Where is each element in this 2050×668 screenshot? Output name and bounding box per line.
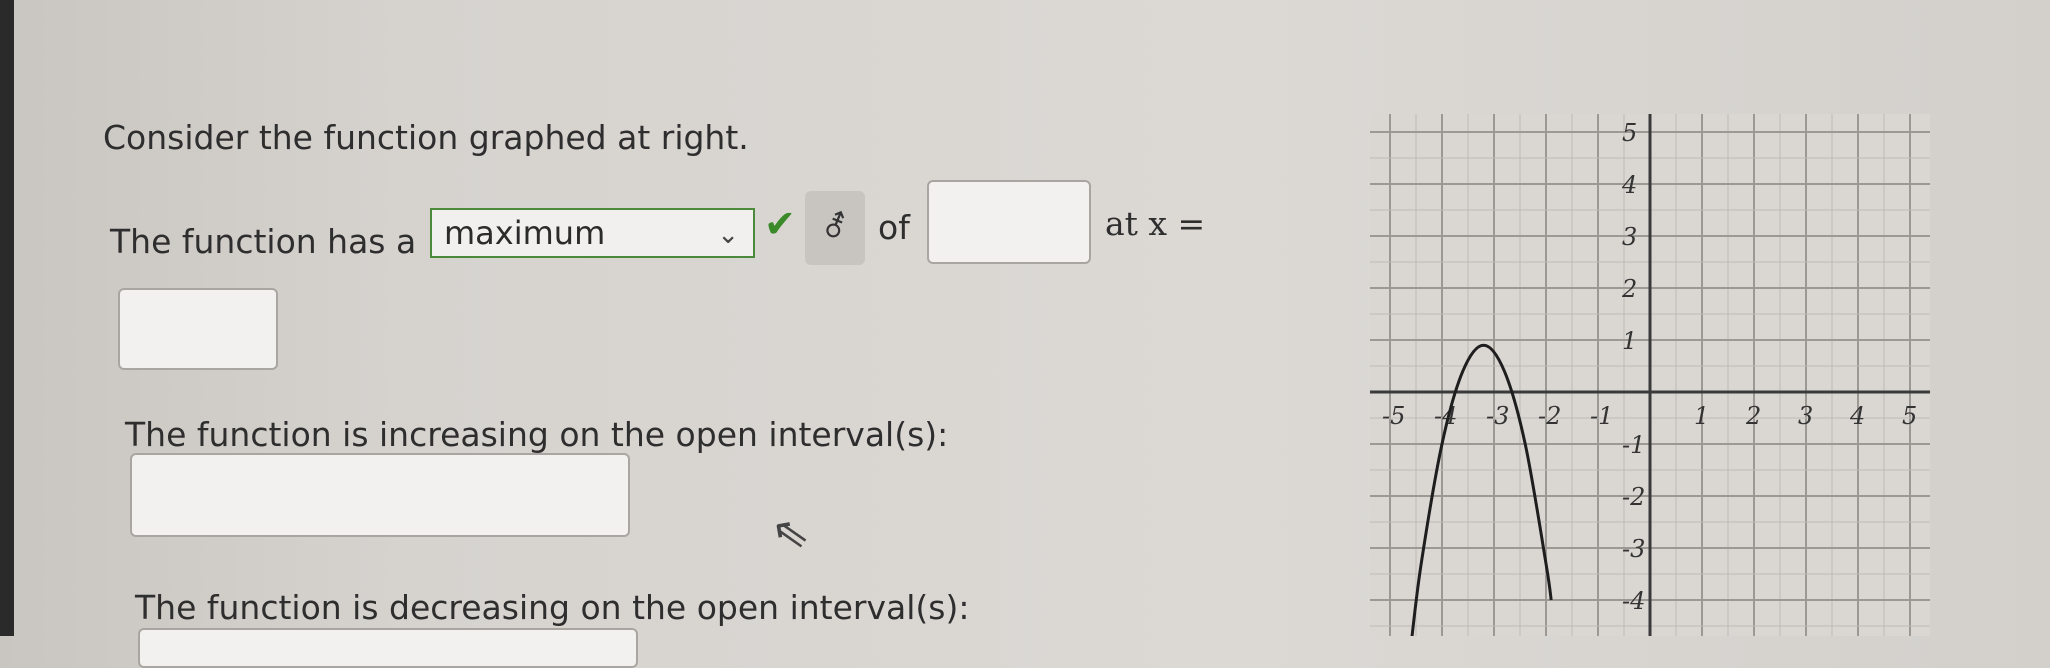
x-tick-label: -1	[1590, 402, 1613, 430]
line1-prefix: The function has a	[110, 222, 417, 261]
x-tick-label: 3	[1798, 402, 1813, 430]
x-tick-label: -2	[1538, 402, 1561, 430]
x-tick-label: -5	[1382, 402, 1405, 430]
y-tick-label: 1	[1622, 327, 1637, 355]
gender-symbol-icon[interactable]: ⚦	[805, 191, 865, 265]
increasing-interval-input[interactable]	[130, 453, 630, 537]
y-tick-label: -4	[1622, 587, 1645, 615]
extremum-x-input[interactable]	[118, 288, 278, 370]
x-tick-label: 2	[1745, 402, 1761, 430]
screen-bezel	[0, 0, 14, 636]
question-intro: Consider the function graphed at right.	[103, 118, 749, 157]
function-graph: -5 -4 -3 -2 -1 1 2 3 4 5 54321-1-2-3-4	[1370, 114, 1930, 636]
extremum-select-value: maximum	[444, 214, 606, 252]
y-tick-label: -2	[1622, 483, 1645, 511]
y-tick-label: 5	[1622, 119, 1637, 147]
extremum-select[interactable]: maximum ⌄	[430, 208, 755, 258]
decreasing-label: The function is decreasing on the open i…	[135, 588, 970, 627]
x-tick-label: -3	[1486, 402, 1509, 430]
y-tick-label: 2	[1621, 275, 1637, 303]
y-tick-label: -1	[1622, 431, 1645, 459]
mouse-cursor-icon: ⇖	[767, 505, 814, 562]
line1-of: of	[878, 208, 910, 247]
check-icon: ✔	[764, 202, 796, 246]
x-tick-label: 1	[1694, 402, 1709, 430]
line1-suffix: at x =	[1105, 204, 1206, 243]
x-tick-label: 5	[1902, 402, 1917, 430]
y-tick-label: -3	[1622, 535, 1645, 563]
y-tick-label: 4	[1621, 171, 1637, 199]
x-tick-label: 4	[1849, 402, 1865, 430]
decreasing-interval-input[interactable]	[138, 628, 638, 668]
y-tick-label: 3	[1622, 223, 1637, 251]
increasing-label: The function is increasing on the open i…	[125, 415, 949, 454]
extremum-value-input[interactable]	[927, 180, 1091, 264]
chevron-down-icon: ⌄	[717, 220, 739, 250]
